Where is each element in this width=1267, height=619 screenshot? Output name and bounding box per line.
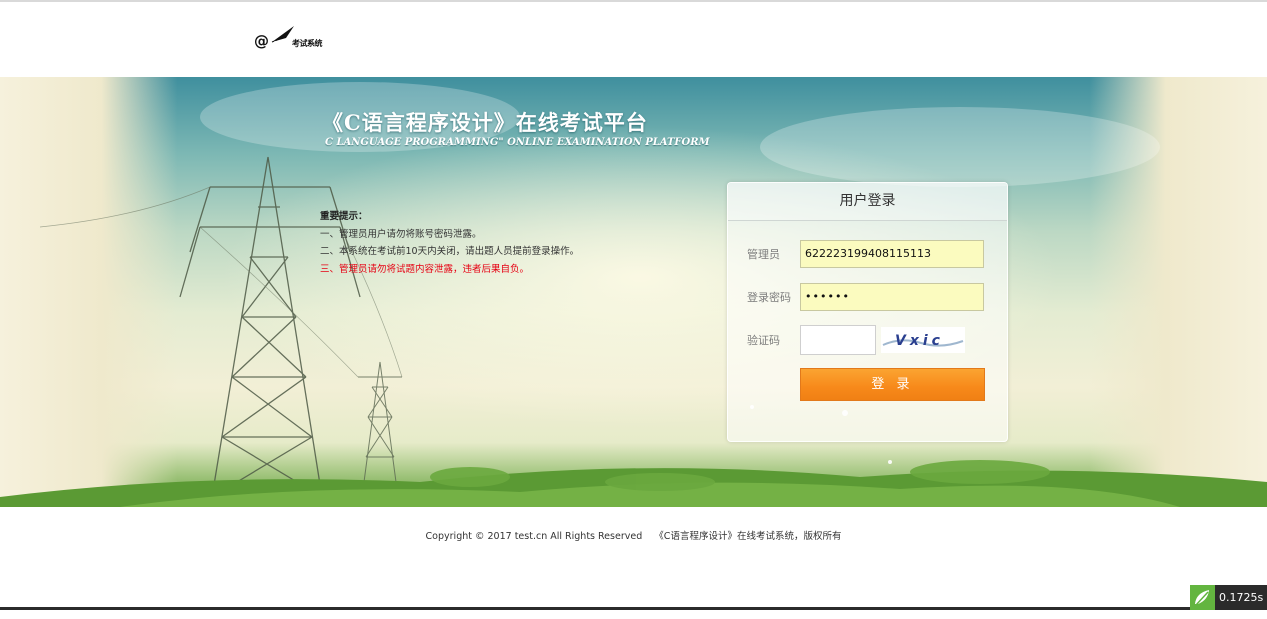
page-load-timer: 0.1725s — [1190, 585, 1267, 610]
login-button[interactable]: 登 录 — [800, 368, 985, 401]
captcha-image[interactable]: Vxic — [881, 327, 965, 353]
captcha-input[interactable] — [800, 325, 876, 355]
login-panel: 用户登录 管理员 622223199408115113 登录密码 •••••• … — [727, 182, 1008, 442]
banner-subtitle: C LANGUAGE PROGRAMMING" ONLINE EXAMINATI… — [325, 137, 710, 148]
captcha-label: 验证码 — [747, 334, 780, 347]
notice-box: 重要提示： 一、管理员用户请勿将账号密码泄露。 二、本系统在考试前10天内关闭，… — [320, 208, 579, 278]
notice-item: 二、本系统在考试前10天内关闭，请出题人员提前登录操作。 — [320, 246, 580, 257]
footer-copyright: Copyright © 2017 test.cn All Rights Rese… — [425, 531, 842, 542]
username-input[interactable]: 622223199408115113 — [800, 240, 984, 268]
login-title: 用户登录 — [728, 183, 1007, 221]
logo-at-symbol: @ — [254, 32, 269, 50]
leaf-logo-icon — [1190, 585, 1215, 610]
notice-warning: 三、管理员请勿将试题内容泄露，违者后果自负。 — [320, 263, 530, 275]
banner: 《C语言程序设计》在线考试平台 C LANGUAGE PROGRAMMING" … — [0, 77, 1267, 507]
username-label: 管理员 — [747, 248, 780, 261]
timer-value: 0.1725s — [1219, 591, 1264, 604]
notice-title: 重要提示： — [320, 211, 368, 222]
notice-item: 一、管理员用户请勿将账号密码泄露。 — [320, 228, 482, 240]
banner-title: 《C语言程序设计》在线考试平台 — [322, 110, 648, 135]
logo-text: 考试系统 — [292, 39, 323, 48]
password-label: 登录密码 — [747, 291, 791, 304]
captcha-image-text: Vxic — [895, 333, 944, 349]
site-logo[interactable]: @ 考试系统 — [254, 24, 364, 56]
header: @ 考试系统 — [0, 2, 1267, 77]
password-input[interactable]: •••••• — [800, 283, 984, 311]
